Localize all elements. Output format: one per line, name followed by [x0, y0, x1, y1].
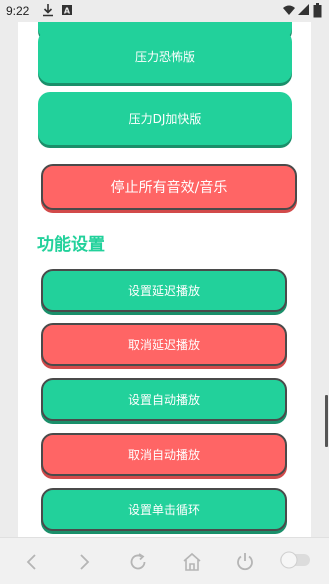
section-title: 功能设置: [37, 235, 105, 255]
content-panel: 压力恐怖版 压力DJ加快版 停止所有音效/音乐 功能设置 设置延迟播放 取消延迟…: [18, 22, 311, 537]
battery-icon: [313, 3, 322, 21]
cancel-auto-button[interactable]: 取消自动播放: [41, 433, 287, 476]
status-time: 9:22: [6, 4, 30, 18]
forward-icon[interactable]: [72, 550, 96, 574]
svg-text:A: A: [64, 7, 71, 16]
notification-a-icon: A: [61, 3, 73, 20]
set-auto-button[interactable]: 设置自动播放: [41, 378, 287, 421]
wifi-icon: [282, 3, 296, 20]
cellular-icon: [297, 3, 310, 20]
set-delay-button[interactable]: 设置延迟播放: [41, 269, 287, 312]
home-icon[interactable]: [180, 550, 204, 574]
dj-fast-version-button[interactable]: 压力DJ加快版: [38, 92, 292, 145]
power-icon[interactable]: [233, 550, 257, 574]
horror-version-button[interactable]: 压力恐怖版: [38, 30, 292, 83]
status-bar: 9:22 A: [0, 0, 329, 22]
download-icon: [42, 3, 54, 20]
cancel-delay-button[interactable]: 取消延迟播放: [41, 323, 287, 366]
refresh-icon[interactable]: [126, 550, 150, 574]
toggle-icon[interactable]: [279, 550, 311, 570]
set-loop-button[interactable]: 设置单击循环: [41, 488, 287, 531]
stop-all-button[interactable]: 停止所有音效/音乐: [41, 164, 297, 210]
scrollbar[interactable]: [325, 395, 328, 447]
back-icon[interactable]: [20, 550, 44, 574]
